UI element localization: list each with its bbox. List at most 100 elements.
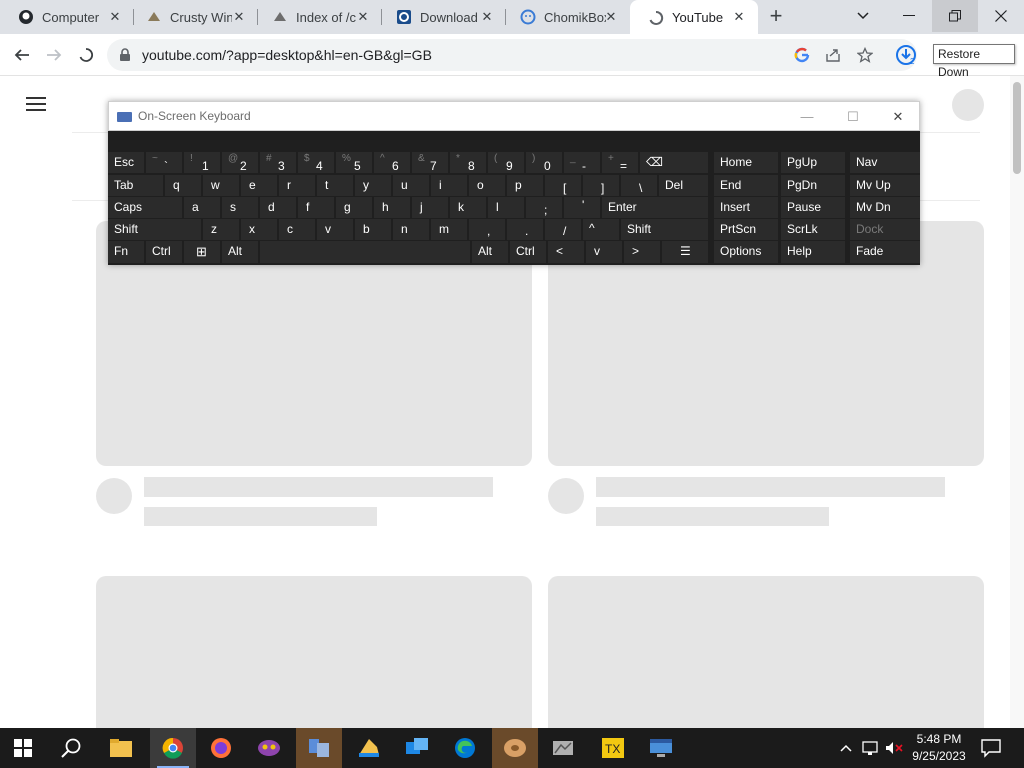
- key-alt-right[interactable]: Alt: [472, 241, 508, 263]
- key-b[interactable]: b: [355, 219, 391, 240]
- minimize-button[interactable]: [886, 0, 932, 32]
- key-c[interactable]: c: [279, 219, 315, 240]
- share-icon[interactable]: [825, 47, 841, 63]
- key-backspace[interactable]: ⌫: [640, 152, 708, 173]
- key-prtscn[interactable]: PrtScn: [714, 219, 778, 240]
- key-shift-right[interactable]: Shift: [621, 219, 708, 240]
- key-caps[interactable]: Caps: [108, 197, 182, 218]
- osk-close-button[interactable]: ✕: [886, 108, 910, 126]
- tab-chomikbox[interactable]: ChomikBox ✕: [502, 0, 630, 34]
- close-tab-icon[interactable]: ✕: [732, 10, 746, 24]
- network-tray-button[interactable]: [862, 740, 880, 756]
- key-down-arrow[interactable]: v: [586, 241, 622, 263]
- osk-maximize-button[interactable]: ☐: [841, 108, 865, 126]
- key-mv-up[interactable]: Mv Up: [850, 175, 920, 196]
- key-end[interactable]: End: [714, 175, 778, 196]
- page-scrollbar[interactable]: [1010, 76, 1024, 728]
- system-clock[interactable]: 5:48 PM 9/25/2023: [906, 731, 972, 765]
- tab-search-button[interactable]: [840, 0, 886, 32]
- key-slash[interactable]: /: [545, 219, 581, 240]
- key-nav[interactable]: Nav: [850, 152, 920, 173]
- key-ctrl-left[interactable]: Ctrl: [146, 241, 182, 263]
- key-x[interactable]: x: [241, 219, 277, 240]
- key-mv-dn[interactable]: Mv Dn: [850, 197, 920, 218]
- key-q[interactable]: q: [165, 175, 201, 196]
- key-m[interactable]: m: [431, 219, 467, 240]
- key-8[interactable]: * 8: [450, 152, 486, 173]
- tab-computer[interactable]: Computer ✕: [0, 0, 134, 34]
- key-backslash[interactable]: \: [621, 175, 657, 196]
- close-tab-icon[interactable]: ✕: [480, 10, 494, 24]
- key-comma[interactable]: ,: [469, 219, 505, 240]
- key-up-arrow[interactable]: ^: [583, 219, 619, 240]
- google-icon[interactable]: [794, 47, 810, 63]
- key-j[interactable]: j: [412, 197, 448, 218]
- app-blue-button[interactable]: [394, 728, 440, 768]
- chrome-button[interactable]: [150, 728, 196, 768]
- key-scrlk[interactable]: ScrLk: [781, 219, 845, 240]
- key-equals[interactable]: + =: [602, 152, 638, 173]
- osk-title-bar[interactable]: On-Screen Keyboard — ☐ ✕: [108, 101, 920, 131]
- bookmark-star-icon[interactable]: [857, 47, 873, 63]
- key-menu[interactable]: ☰: [662, 241, 708, 263]
- key-e[interactable]: e: [241, 175, 277, 196]
- key-fn[interactable]: Fn: [108, 241, 144, 263]
- key-windows[interactable]: ⊞: [184, 241, 220, 263]
- key-g[interactable]: g: [336, 197, 372, 218]
- key-p[interactable]: p: [507, 175, 543, 196]
- key-minus[interactable]: _ -: [564, 152, 600, 173]
- key-period[interactable]: .: [507, 219, 543, 240]
- key-fade[interactable]: Fade: [850, 241, 920, 263]
- key-1[interactable]: ! 1: [184, 152, 220, 173]
- key-help[interactable]: Help: [781, 241, 845, 263]
- key-open-bracket[interactable]: [: [545, 175, 581, 196]
- key-home[interactable]: Home: [714, 152, 778, 173]
- forward-button[interactable]: [42, 43, 66, 67]
- key-space[interactable]: [260, 241, 470, 263]
- key-shift-left[interactable]: Shift: [108, 219, 201, 240]
- app-monitor-button[interactable]: [638, 728, 684, 768]
- key-quote[interactable]: ': [564, 197, 600, 218]
- downloads-button[interactable]: 2: [894, 43, 918, 67]
- file-explorer-button[interactable]: [98, 728, 144, 768]
- close-window-button[interactable]: [978, 0, 1024, 32]
- key-7[interactable]: & 7: [412, 152, 448, 173]
- key-2[interactable]: @2: [222, 152, 258, 173]
- key-s[interactable]: s: [222, 197, 258, 218]
- back-button[interactable]: [10, 43, 34, 67]
- volume-tray-button[interactable]: [884, 740, 904, 756]
- show-hidden-icons-button[interactable]: [838, 740, 854, 756]
- tab-youtube[interactable]: YouTube ✕: [630, 0, 758, 35]
- address-bar[interactable]: youtube.com/?app=desktop&hl=en-GB&gl=GB: [107, 39, 917, 71]
- key-close-bracket[interactable]: ]: [583, 175, 619, 196]
- key-o[interactable]: o: [469, 175, 505, 196]
- key-v[interactable]: v: [317, 219, 353, 240]
- close-tab-icon[interactable]: ✕: [356, 10, 370, 24]
- tab-index[interactable]: Index of /c ✕: [254, 0, 382, 34]
- hamburger-menu-icon[interactable]: [26, 97, 46, 111]
- key-dock[interactable]: Dock: [850, 219, 920, 240]
- key-options[interactable]: Options: [714, 241, 778, 263]
- key-u[interactable]: u: [393, 175, 429, 196]
- tab-download[interactable]: Download ✕: [378, 0, 506, 34]
- close-tab-icon[interactable]: ✕: [232, 10, 246, 24]
- key-k[interactable]: k: [450, 197, 486, 218]
- close-tab-icon[interactable]: ✕: [108, 10, 122, 24]
- key-3[interactable]: #3: [260, 152, 296, 173]
- key-t[interactable]: t: [317, 175, 353, 196]
- key-n[interactable]: n: [393, 219, 429, 240]
- key-z[interactable]: z: [203, 219, 239, 240]
- key-insert[interactable]: Insert: [714, 197, 778, 218]
- key-backtick[interactable]: ~ `: [146, 152, 182, 173]
- scrollbar-thumb[interactable]: [1013, 82, 1021, 174]
- osk-minimize-button[interactable]: —: [795, 108, 819, 126]
- key-ctrl-right[interactable]: Ctrl: [510, 241, 546, 263]
- key-l[interactable]: l: [488, 197, 524, 218]
- app-yellow-button[interactable]: TX: [590, 728, 636, 768]
- app-mask-button[interactable]: [246, 728, 292, 768]
- key-5[interactable]: % 5: [336, 152, 372, 173]
- key-f[interactable]: f: [298, 197, 334, 218]
- stop-loading-button[interactable]: [74, 43, 98, 67]
- close-tab-icon[interactable]: ✕: [604, 10, 618, 24]
- key-esc[interactable]: Esc: [108, 152, 144, 173]
